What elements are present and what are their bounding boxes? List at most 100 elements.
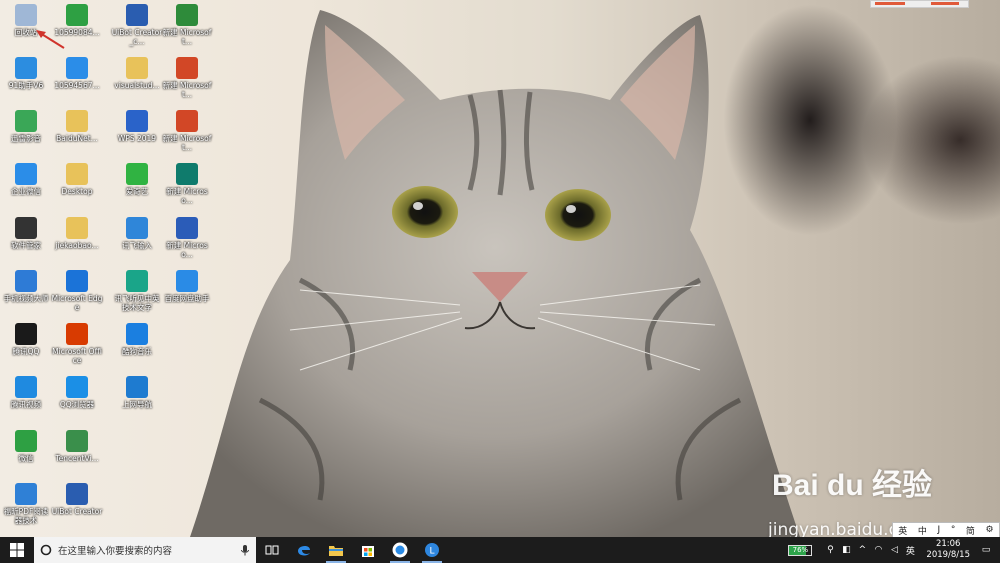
desktop-icon-label: 讯飞输入 (122, 241, 152, 250)
desktop-icon[interactable]: 腾讯视频 (0, 374, 52, 426)
ime-item[interactable]: ⚙ (986, 525, 994, 535)
ime-item[interactable]: 中 (918, 524, 927, 537)
edge-icon[interactable] (288, 537, 320, 563)
office-icon (66, 323, 88, 345)
desktop-icon[interactable]: 91助手V6 (0, 55, 52, 107)
wechat-icon (15, 430, 37, 452)
desktop-icon[interactable]: 迅雷影音 (0, 108, 52, 160)
word-doc-icon (176, 217, 198, 239)
desktop-icon[interactable]: 福昕PDF阅读器技术 (0, 481, 52, 533)
desktop-icon[interactable]: BaiduNet... (51, 108, 103, 160)
microphone-icon[interactable] (240, 544, 250, 556)
desktop-icon[interactable]: jiekaobao... (51, 215, 103, 267)
iqiyi-icon (126, 163, 148, 185)
desktop-icon-label: 新建 Microsoft... (162, 81, 212, 99)
desktop-icon[interactable]: 新建 Microso... (161, 161, 213, 213)
desktop-icon[interactable]: 爱奇艺 (111, 161, 163, 213)
network-icon[interactable]: ◠ (870, 545, 886, 555)
desktop-icon[interactable]: 微信 (0, 428, 52, 480)
folder-icon-4 (126, 57, 148, 79)
desktop-icon[interactable]: 腾讯QQ (0, 321, 52, 373)
desktop-icon[interactable]: 新建 Microsoft... (161, 108, 213, 160)
desktop-icon[interactable]: UiBot Creator (51, 481, 103, 533)
ime-item[interactable]: 英 (898, 524, 907, 537)
desktop-icon[interactable]: 上网导航 (111, 374, 163, 426)
recycle-bin-icon (15, 4, 37, 26)
cortana-circle-icon (40, 544, 52, 556)
mobile-video-icon (15, 270, 37, 292)
desktop-icon-label: jiekaobao... (55, 241, 99, 250)
desktop-icon-label: BaiduNet... (56, 134, 98, 143)
desktop-icon[interactable]: 讯飞输入 (111, 215, 163, 267)
battery-indicator[interactable]: 76% (788, 544, 813, 556)
desktop-icon-label: 上网导航 (122, 400, 152, 409)
clock[interactable]: 21:06 2019/8/15 (926, 539, 970, 561)
assistant-91-icon (15, 57, 37, 79)
system-tray: 76% ⚲ ◧ ^ ◠ ◁ 英 21:06 2019/8/15 ▭ (788, 537, 1000, 563)
uibot-icon (66, 483, 88, 505)
desktop-icon-label: 福昕PDF阅读器技术 (3, 507, 49, 525)
xunfei-icon (126, 270, 148, 292)
people-icon[interactable]: ⚲ (822, 545, 838, 555)
desktop-icon[interactable]: Microsoft Edge (51, 268, 103, 320)
excel-doc-icon (176, 4, 198, 26)
desktop-icon[interactable]: 新建 Microsoft... (161, 2, 213, 54)
desktop-icon[interactable]: visualstud... (111, 55, 163, 107)
store-icon[interactable] (352, 537, 384, 563)
desktop-icon[interactable]: 百度网盘助手 (161, 268, 213, 320)
desktop-icon[interactable]: 企业微信 (0, 161, 52, 213)
desktop-icon[interactable]: Desktop (51, 161, 103, 213)
start-button[interactable] (0, 537, 34, 563)
file-explorer-icon[interactable] (320, 537, 352, 563)
desktop-icon[interactable]: WPS 2019 (111, 108, 163, 160)
desktop-icon-label: 10594567... (54, 81, 100, 90)
desktop-icon-label: Desktop (61, 187, 93, 196)
svg-text:L: L (430, 547, 435, 557)
taskbar-search-box[interactable]: 在这里输入你要搜索的内容 (34, 537, 256, 563)
desktop-icon[interactable]: 新建 Microsoft... (161, 55, 213, 107)
desktop-icon[interactable]: 软件管家 (0, 215, 52, 267)
desktop-icon[interactable]: 酷狗音乐 (111, 321, 163, 373)
app-l-icon[interactable]: L (416, 537, 448, 563)
input-method-icon (126, 217, 148, 239)
show-hidden-icons-chevron-icon[interactable]: ^ (854, 545, 870, 555)
desktop-icon[interactable]: 手机视频大师 (0, 268, 52, 320)
clock-time: 21:06 (935, 539, 961, 549)
desktop-icon-label: 新建 Microsoft... (162, 134, 212, 152)
wechat-doc-icon (66, 4, 88, 26)
kugou-icon (126, 323, 148, 345)
desktop-icon[interactable]: 10594567... (51, 55, 103, 107)
baidu-netdisk-icon (176, 270, 198, 292)
ime-toolbar[interactable]: 英 中 J ° 简 ⚙ (892, 522, 1000, 538)
desktop-icon[interactable]: QQ浏览器 (51, 374, 103, 426)
tencent-video-icon (15, 376, 37, 398)
wechat-doc-icon-2 (66, 57, 88, 79)
desktop-icon[interactable]: UiBot Creator_c... (111, 2, 163, 54)
desktop-icon-label: 腾讯视频 (11, 400, 41, 409)
desktop-icon-label: Microsoft Edge (51, 294, 103, 312)
desktop-icon[interactable]: 讯飞听见中英技术文字 (111, 268, 163, 320)
clock-date: 2019/8/15 (926, 550, 970, 560)
qq-browser-taskbar-icon[interactable] (384, 537, 416, 563)
folder-icon-2 (66, 163, 88, 185)
input-method-tray-icon[interactable]: 英 (902, 544, 918, 557)
desktop-icon-label: 微信 (18, 454, 34, 463)
notification-center-icon[interactable]: ▭ (978, 545, 994, 555)
baidu-jingyan-watermark: Bai du 经验 jingyan.baidu.com (768, 460, 932, 540)
ime-item[interactable]: J (938, 525, 941, 535)
floating-progress-widget[interactable] (870, 0, 969, 8)
volume-icon[interactable]: ◁ (886, 545, 902, 555)
desktop-icon[interactable]: TencentVi... (51, 428, 103, 480)
ppt-doc-icon (176, 57, 198, 79)
desktop-icon[interactable]: Microsoft Office (51, 321, 103, 373)
ie-icon (126, 376, 148, 398)
desktop-icon-label: 软件管家 (11, 241, 41, 250)
ime-item[interactable]: ° (951, 525, 956, 535)
publisher-doc-icon (176, 163, 198, 185)
desktop-icon-label: QQ浏览器 (59, 400, 95, 409)
desktop-icon-label: 百度网盘助手 (164, 294, 210, 303)
task-view-icon[interactable] (256, 537, 288, 563)
desktop-icon[interactable]: 新建 Microso... (161, 215, 213, 267)
tray-app-icon[interactable]: ◧ (838, 545, 854, 555)
ime-item[interactable]: 简 (966, 524, 975, 537)
